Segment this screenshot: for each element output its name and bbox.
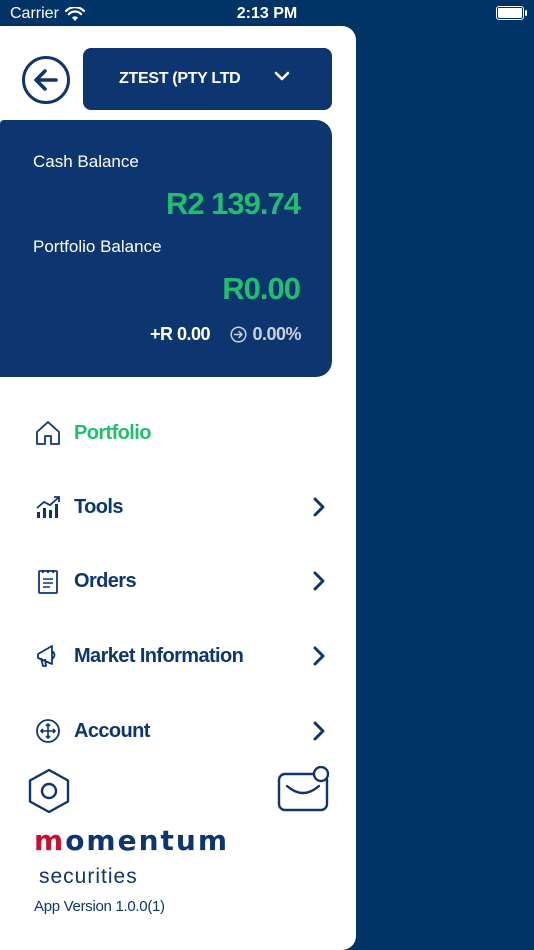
account-selector[interactable]: ZTEST (PTY LTD (83, 48, 332, 110)
mail-notification-icon (277, 765, 330, 812)
messages-button[interactable] (277, 765, 331, 814)
clipboard-icon (34, 567, 62, 595)
arrow-left-icon (34, 69, 58, 91)
securities-logo-text: securities (39, 865, 138, 888)
menu-label-tools: Tools (74, 495, 123, 518)
battery-icon (496, 6, 527, 20)
balance-card: Cash Balance R2 139.74 Portfolio Balance… (0, 120, 332, 377)
change-percent: 0.00% (230, 324, 301, 345)
change-value: +R 0.00 (150, 324, 211, 344)
menu-item-orders[interactable]: Orders (34, 561, 326, 601)
menu-label-market-information: Market Information (74, 644, 244, 667)
menu-item-market-information[interactable]: Market Information (34, 636, 326, 676)
momentum-logo: momentum (34, 824, 230, 857)
back-button[interactable] (22, 56, 70, 104)
settings-button[interactable] (26, 768, 72, 814)
side-drawer: ZTEST (PTY LTD Cash Balance R2 139.74 Po… (0, 26, 356, 950)
chevron-right-icon (313, 646, 325, 666)
chart-icon (34, 493, 62, 521)
chevron-right-icon (313, 497, 325, 517)
status-time: 2:13 PM (236, 5, 298, 22)
arrow-right-circle-icon (230, 326, 248, 343)
menu-item-tools[interactable]: Tools (34, 487, 326, 527)
change-percent-value: 0.00% (252, 324, 301, 344)
chevron-right-icon (313, 571, 325, 591)
cash-balance-label: Cash Balance (33, 152, 139, 171)
account-name: ZTEST (PTY LTD (119, 70, 241, 87)
cash-balance-value: R2 139.74 (165, 186, 301, 221)
settings-hexagon-icon (28, 768, 70, 814)
menu-label-portfolio: Portfolio (74, 421, 151, 444)
menu-label-orders: Orders (74, 569, 137, 592)
menu-label-account: Account (74, 719, 150, 742)
portfolio-balance-value: R0.00 (222, 271, 301, 306)
portfolio-balance-label: Portfolio Balance (33, 237, 162, 256)
chevron-down-icon (274, 71, 290, 81)
menu-item-portfolio[interactable]: Portfolio (34, 413, 326, 453)
megaphone-icon (34, 642, 62, 670)
app-version: App Version 1.0.0(1) (34, 898, 165, 915)
status-bar: Carrier 2:13 PM (0, 0, 534, 28)
home-icon (34, 419, 62, 447)
menu-item-account[interactable]: Account (34, 711, 326, 751)
move-icon (34, 717, 62, 745)
chevron-right-icon (313, 721, 325, 741)
